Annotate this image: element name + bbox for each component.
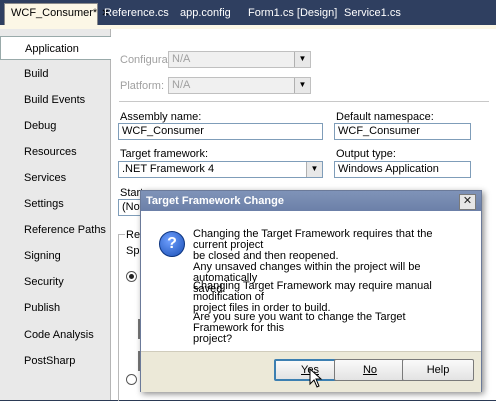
tab-reference-cs[interactable]: Reference.cs xyxy=(98,4,175,25)
platform-label: Platform: xyxy=(120,80,165,92)
sidebar-item-code-analysis[interactable]: Code Analysis xyxy=(0,323,108,347)
sidebar-item-services[interactable]: Services xyxy=(0,166,108,190)
sidebar-item-settings[interactable]: Settings xyxy=(0,192,108,216)
tab-label: Form1.cs [Design] xyxy=(248,7,338,19)
output-type-label: Output type: xyxy=(336,148,396,160)
tab-label: app.config xyxy=(180,7,231,19)
platform-select: N/A ▼ xyxy=(168,77,311,94)
sidebar-item-resources[interactable]: Resources xyxy=(0,140,108,164)
tab-app-config[interactable]: app.config xyxy=(174,4,237,25)
properties-sidebar: Application Build Build Events Debug Res… xyxy=(0,29,111,400)
message-line: Are you sure you want to change the Targ… xyxy=(193,311,406,334)
chevron-down-icon: ▼ xyxy=(294,78,310,93)
sidebar-item-build[interactable]: Build xyxy=(0,62,108,86)
divider xyxy=(119,101,489,102)
no-button[interactable]: No xyxy=(334,359,406,381)
target-framework-select[interactable]: .NET Framework 4 ▼ xyxy=(118,161,323,178)
default-namespace-label: Default namespace: xyxy=(336,111,434,123)
output-type-select[interactable]: Windows Application xyxy=(334,161,471,178)
question-icon: ? xyxy=(159,231,185,257)
sidebar-item-publish[interactable]: Publish xyxy=(0,296,108,320)
dialog-title: Target Framework Change xyxy=(141,191,481,211)
sidebar-item-debug[interactable]: Debug xyxy=(0,114,108,138)
tab-form1-design[interactable]: Form1.cs [Design] xyxy=(242,4,343,25)
dialog-message-2: Changing Target Framework may require ma… xyxy=(193,281,463,314)
default-namespace-input[interactable]: WCF_Consumer xyxy=(334,123,471,140)
tab-label: WCF_Consumer* xyxy=(11,7,98,19)
sidebar-item-security[interactable]: Security xyxy=(0,270,108,294)
sidebar-item-application[interactable]: Application xyxy=(0,36,111,60)
tab-label: Service1.cs xyxy=(344,7,401,19)
help-button[interactable]: Help xyxy=(402,359,474,381)
icon-manifest-radio[interactable] xyxy=(126,271,137,282)
assembly-name-input[interactable]: WCF_Consumer xyxy=(118,123,323,140)
dialog-message-3: Are you sure you want to change the Targ… xyxy=(193,312,463,345)
no-button-label: No xyxy=(362,364,378,376)
tab-service1-cs[interactable]: Service1.cs xyxy=(338,4,407,25)
tab-label: Reference.cs xyxy=(104,7,169,19)
sidebar-item-signing[interactable]: Signing xyxy=(0,244,108,268)
help-button-label: Help xyxy=(426,364,450,376)
assembly-name-label: Assembly name: xyxy=(120,111,202,123)
message-line: Changing Target Framework may require ma… xyxy=(193,280,432,303)
close-icon[interactable]: ✕ xyxy=(459,194,476,210)
message-line: project? xyxy=(193,333,233,345)
dialog-body: ? Changing the Target Framework requires… xyxy=(141,211,481,351)
sidebar-item-reference-paths[interactable]: Reference Paths xyxy=(0,218,108,242)
chevron-down-icon: ▼ xyxy=(306,162,322,177)
mouse-pointer-icon xyxy=(309,368,323,388)
sidebar-item-build-events[interactable]: Build Events xyxy=(0,88,108,112)
sidebar-item-postsharp[interactable]: PostSharp xyxy=(0,349,108,373)
project-properties-window: WCF_Consumer* ✕ Reference.cs app.config F… xyxy=(0,0,496,401)
target-framework-change-dialog: Target Framework Change ✕ ? Changing the… xyxy=(140,190,482,392)
message-line: Changing the Target Framework requires t… xyxy=(193,228,433,251)
target-framework-value: .NET Framework 4 xyxy=(122,163,215,175)
configuration-select: N/A ▼ xyxy=(168,51,311,68)
platform-value: N/A xyxy=(172,79,191,91)
resource-file-radio[interactable] xyxy=(126,374,137,385)
document-tab-strip: WCF_Consumer* ✕ Reference.cs app.config F… xyxy=(0,0,496,25)
configuration-value: N/A xyxy=(172,53,191,65)
output-type-value: Windows Application xyxy=(338,163,439,175)
tab-wcf-consumer[interactable]: WCF_Consumer* ✕ xyxy=(4,3,110,25)
target-framework-label: Target framework: xyxy=(120,148,209,160)
chevron-down-icon: ▼ xyxy=(294,52,310,67)
